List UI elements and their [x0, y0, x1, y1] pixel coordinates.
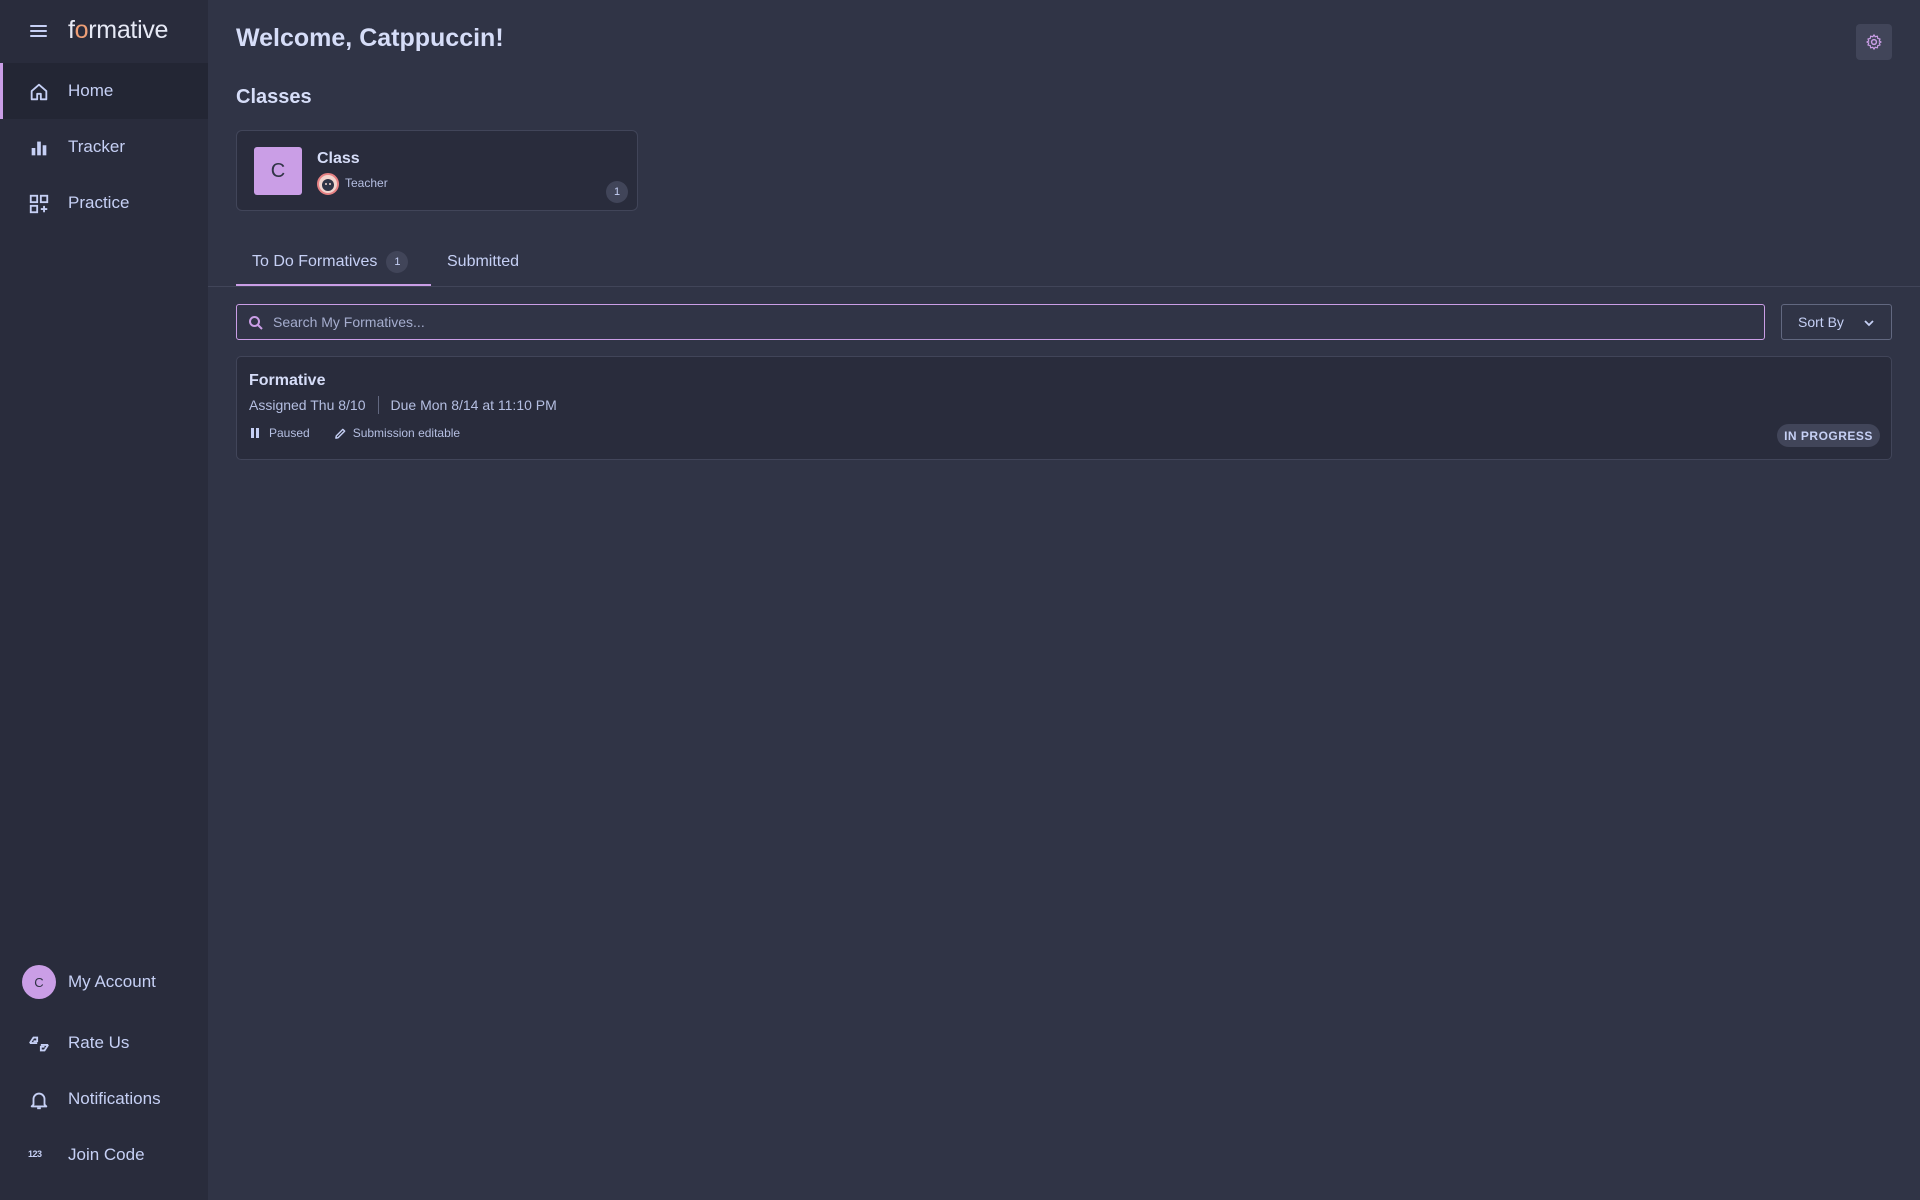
sidebar-item-practice[interactable]: Practice [0, 175, 208, 231]
sidebar-item-label: Notifications [68, 1089, 161, 1108]
formative-status-row: Paused Submission editable [251, 426, 460, 440]
class-card[interactable]: C Class Teacher 1 [236, 130, 638, 211]
sidebar-item-my-account[interactable]: C My Account [0, 954, 208, 1010]
practice-grid-icon [29, 194, 49, 214]
sidebar: formative Home Tracker Practice C My Acc… [0, 0, 208, 1200]
class-name: Class [317, 150, 360, 167]
sidebar-item-join-code[interactable]: 123 Join Code [0, 1127, 208, 1183]
chevron-down-icon [1864, 320, 1874, 327]
search-input[interactable] [273, 305, 1753, 339]
sidebar-item-label: My Account [68, 972, 156, 991]
gear-icon [1866, 34, 1882, 50]
sidebar-item-label: Join Code [68, 1145, 145, 1164]
sidebar-item-label: Home [68, 81, 114, 100]
search-box [236, 304, 1765, 340]
sidebar-item-tracker[interactable]: Tracker [0, 119, 208, 175]
class-count-badge: 1 [606, 181, 628, 203]
page-title: Welcome, Catppuccin! [236, 24, 504, 52]
paused-label: Paused [269, 426, 310, 440]
sidebar-item-label: Practice [68, 193, 130, 212]
rate-us-icon [29, 1036, 49, 1052]
formative-card[interactable]: Formative Assigned Thu 8/10 Due Mon 8/14… [236, 356, 1892, 460]
sidebar-item-notifications[interactable]: Notifications [0, 1071, 208, 1127]
tab-to-do-formatives[interactable]: To Do Formatives 1 [236, 236, 431, 287]
teacher-label: Teacher [345, 176, 388, 190]
sort-by-label: Sort By [1798, 314, 1844, 330]
app-root: formative Home Tracker Practice C My Acc… [0, 0, 1920, 1200]
sidebar-item-rate-us[interactable]: Rate Us [0, 1015, 208, 1071]
class-avatar: C [254, 147, 302, 195]
bell-icon [30, 1092, 48, 1110]
home-icon [30, 83, 48, 101]
formative-title: Formative [249, 372, 326, 389]
search-icon [249, 316, 263, 330]
teacher-avatar [317, 173, 339, 195]
avatar: C [22, 965, 56, 999]
settings-button[interactable] [1856, 24, 1892, 60]
tab-label: Submitted [447, 252, 520, 270]
formative-dates: Assigned Thu 8/10 Due Mon 8/14 at 11:10 … [249, 396, 557, 414]
sidebar-item-label: Rate Us [68, 1033, 130, 1052]
classes-heading: Classes [236, 86, 312, 108]
submission-editable-label: Submission editable [352, 426, 461, 440]
sort-by-button[interactable]: Sort By [1781, 304, 1892, 340]
bar-chart-icon [31, 141, 47, 156]
menu-icon[interactable] [28, 22, 50, 40]
brand-bar: formative [0, 0, 208, 64]
pause-icon [251, 428, 261, 438]
status-badge: IN PROGRESS [1777, 424, 1880, 447]
due-date: Due Mon 8/14 at 11:10 PM [390, 397, 557, 413]
join-code-icon: 123 [28, 1149, 42, 1159]
pencil-icon [334, 428, 346, 439]
tab-label: To Do Formatives [252, 252, 378, 270]
tab-submitted[interactable]: Submitted [431, 236, 519, 287]
tabs-divider [208, 286, 1920, 287]
sidebar-item-home[interactable]: Home [0, 63, 208, 119]
assigned-date: Assigned Thu 8/10 [249, 397, 366, 413]
formative-logo[interactable]: formative [68, 16, 168, 45]
divider [377, 396, 379, 414]
tab-count-badge: 1 [386, 250, 409, 273]
sidebar-item-label: Tracker [68, 137, 125, 156]
